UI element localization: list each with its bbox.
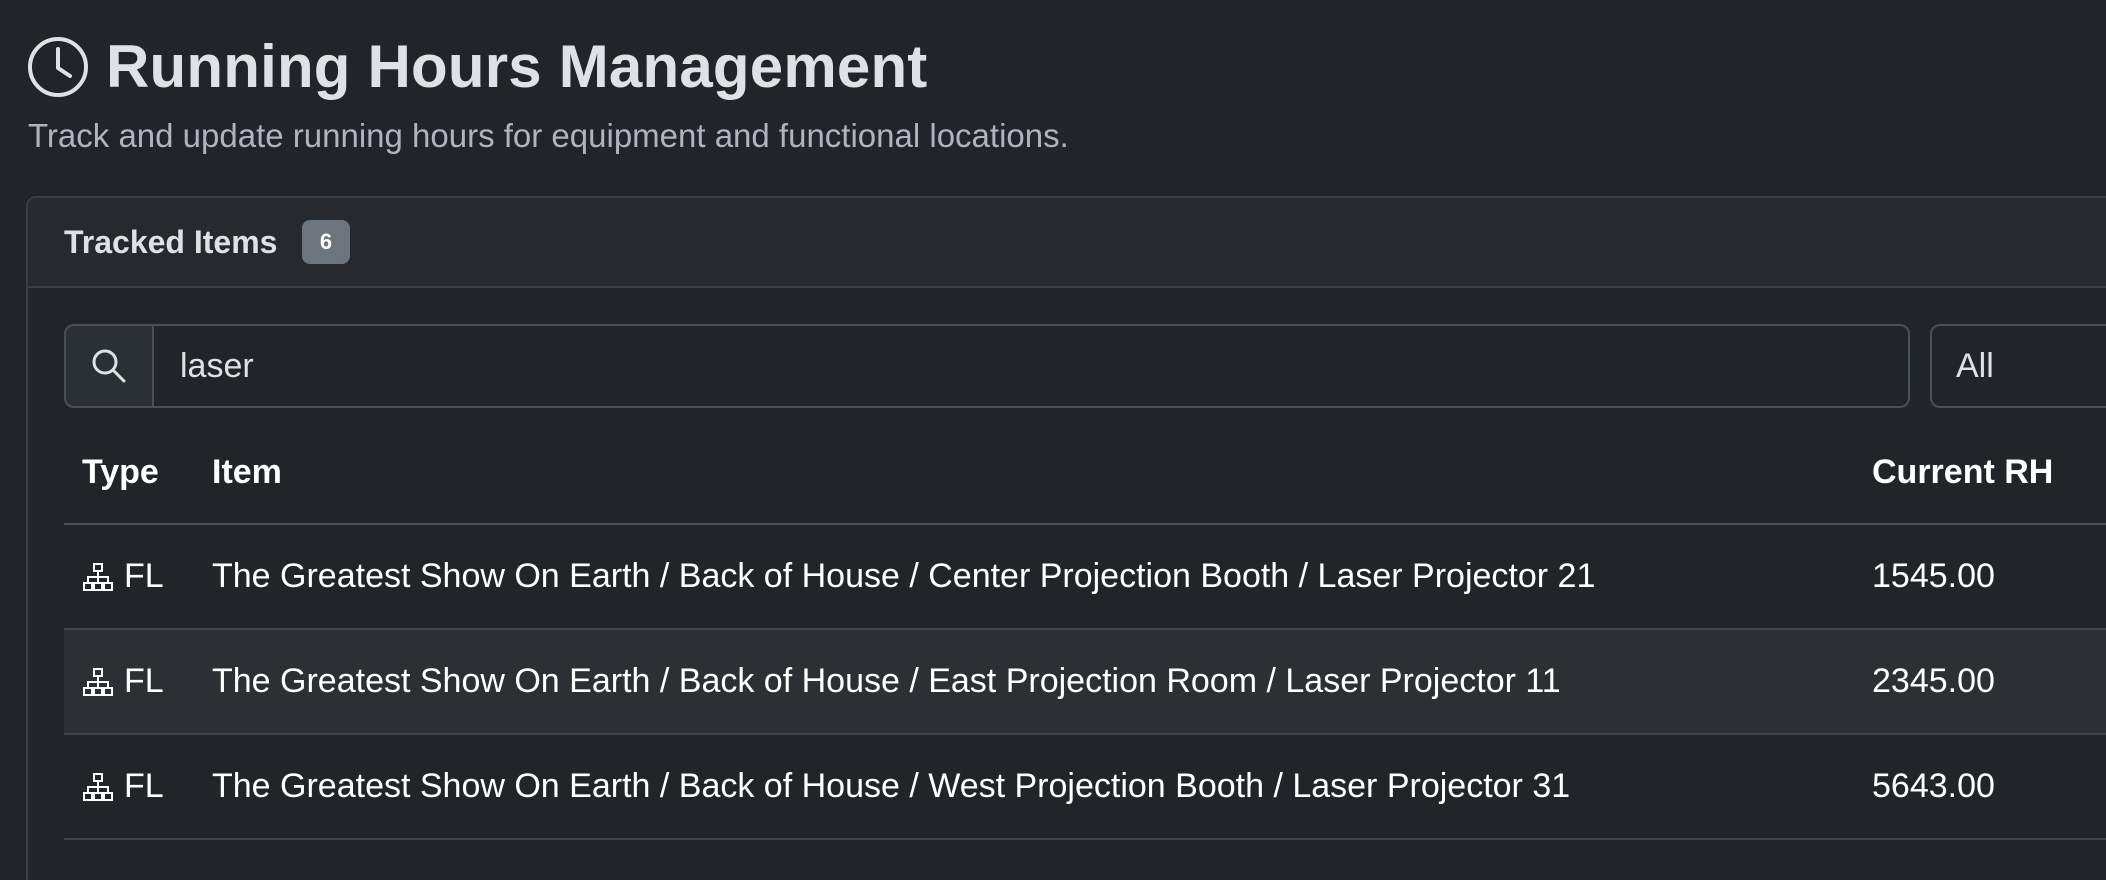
item-cell: The Greatest Show On Earth / Back of Hou…	[194, 734, 1854, 840]
search-group	[64, 324, 1910, 408]
current-rh-cell: 2345.00	[1854, 629, 2106, 735]
type-cell: FL	[64, 524, 194, 630]
type-cell: FL	[64, 734, 194, 840]
hierarchy-icon	[82, 666, 114, 698]
type-label: FL	[124, 662, 164, 700]
type-label: FL	[124, 557, 164, 595]
card-title: Tracked Items	[64, 224, 278, 260]
page-header: Running Hours Management	[26, 32, 927, 102]
hierarchy-icon	[82, 771, 114, 803]
current-rh-cell: 1545.00	[1854, 524, 2106, 630]
column-header-type[interactable]: Type	[64, 422, 194, 525]
column-header-item[interactable]: Item	[194, 422, 1854, 525]
page-title: Running Hours Management	[106, 33, 928, 100]
tracked-items-table: Type Item Current RH FL The Greatest Sho…	[64, 422, 2106, 840]
item-cell: The Greatest Show On Earth / Back of Hou…	[194, 524, 1854, 630]
search-input[interactable]	[154, 326, 1908, 406]
current-rh-cell: 5643.00	[1854, 734, 2106, 840]
hierarchy-icon	[82, 561, 114, 593]
table-row[interactable]: FL The Greatest Show On Earth / Back of …	[64, 734, 2106, 840]
tracked-items-card: Tracked Items 6 All Type Item	[26, 196, 2106, 880]
clock-icon	[26, 35, 90, 99]
table-row[interactable]: FL The Greatest Show On Earth / Back of …	[64, 524, 2106, 630]
table-header-row: Type Item Current RH	[64, 422, 2106, 525]
card-header: Tracked Items 6	[28, 198, 2106, 288]
table-row[interactable]: FL The Greatest Show On Earth / Back of …	[64, 629, 2106, 735]
running-hours-page: Running Hours Management Track and updat…	[0, 0, 2106, 880]
search-icon	[66, 326, 154, 406]
type-label: FL	[124, 767, 164, 805]
count-badge: 6	[302, 220, 350, 264]
page-subtitle: Track and update running hours for equip…	[28, 117, 1069, 154]
column-header-current-rh[interactable]: Current RH	[1854, 422, 2106, 525]
item-cell: The Greatest Show On Earth / Back of Hou…	[194, 629, 1854, 735]
type-filter-select[interactable]: All	[1930, 324, 2106, 408]
type-cell: FL	[64, 629, 194, 735]
type-filter-value: All	[1956, 347, 1994, 385]
